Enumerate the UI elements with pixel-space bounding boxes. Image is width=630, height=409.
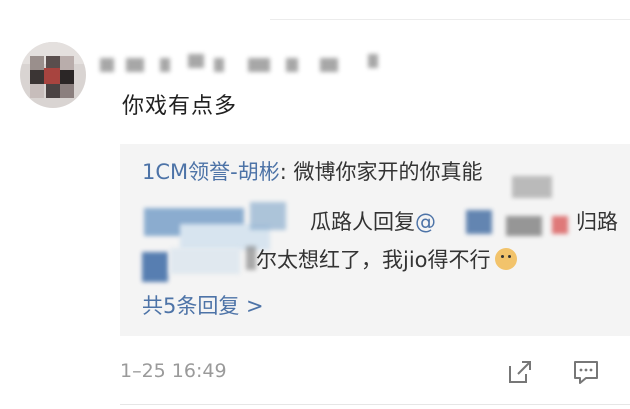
reply-second-text-b: 归路 — [576, 210, 618, 234]
avatar[interactable] — [20, 42, 86, 108]
redacted-block — [512, 176, 552, 198]
username-redacted[interactable] — [98, 54, 398, 76]
reply-first-text: 微博你家开的你真能 — [293, 160, 483, 184]
redacted-block — [250, 202, 286, 230]
redacted-block — [246, 246, 256, 270]
reply-second[interactable]: 瓜路人回复@ — [310, 206, 436, 236]
reply-author[interactable]: 1CM领誉-胡彬 — [142, 160, 280, 184]
more-replies-link[interactable]: 共5条回复 > — [142, 290, 264, 320]
reply-first[interactable]: 1CM领誉-胡彬: 微博你家开的你真能 — [142, 156, 483, 186]
redacted-block — [552, 216, 568, 234]
reply-box[interactable]: 1CM领誉-胡彬: 微博你家开的你真能 瓜路人回复@ 归路 尔太想红了，我jio… — [120, 144, 630, 336]
redacted-block — [142, 252, 168, 282]
redacted-block — [170, 248, 240, 274]
reply-second-tail: 归路 — [576, 206, 618, 236]
redacted-block — [506, 216, 542, 236]
share-icon[interactable] — [506, 358, 534, 386]
bottom-divider — [120, 404, 630, 405]
comment-timestamp: 1–25 16:49 — [120, 360, 227, 382]
reply-separator: : — [279, 160, 294, 184]
reply-third: 尔太想红了，我jio得不行 — [256, 244, 517, 274]
top-divider — [270, 19, 630, 20]
redacted-block — [466, 210, 492, 234]
comment-text: 你戏有点多 — [122, 94, 238, 119]
comment-icon[interactable] — [572, 358, 600, 386]
reply-mention[interactable]: @ — [415, 210, 436, 234]
reply-second-text-a: 瓜路人回复 — [310, 210, 415, 234]
doge-emoji-icon — [494, 248, 517, 270]
reply-third-text: 尔太想红了，我jio得不行 — [256, 248, 491, 272]
